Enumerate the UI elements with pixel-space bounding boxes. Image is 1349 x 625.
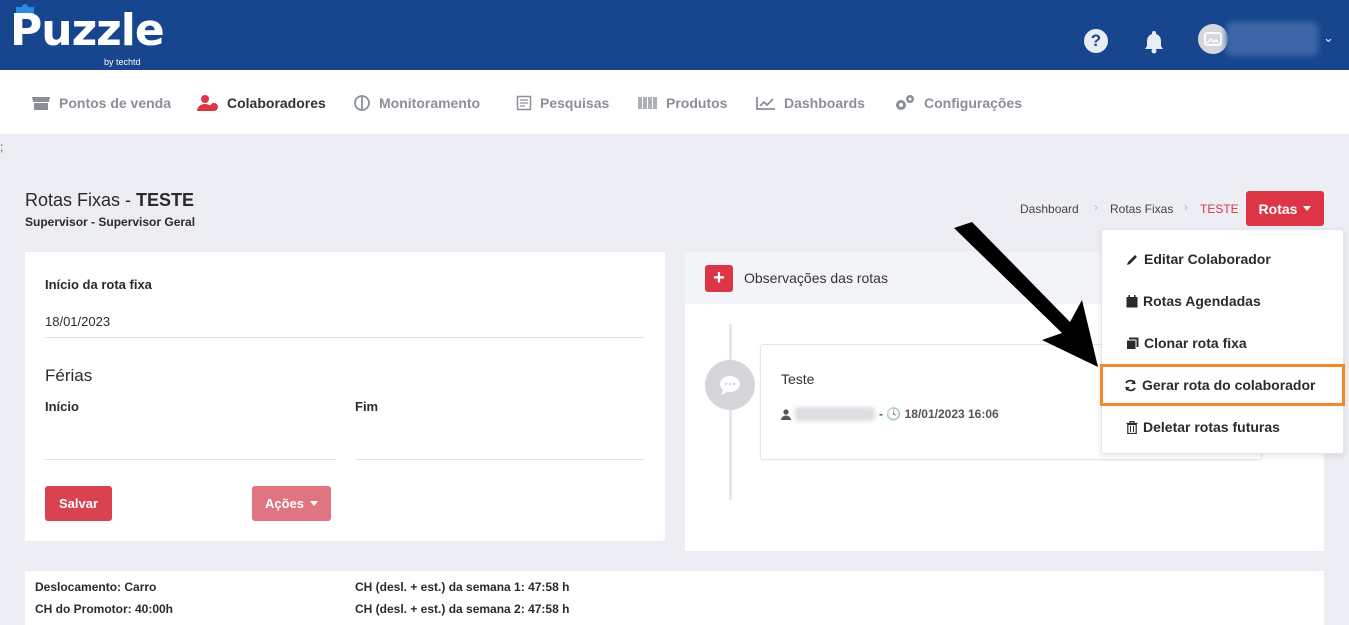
rotas-dropdown-button[interactable]: Rotas [1246,191,1324,226]
chart-line-icon [756,97,775,110]
nav-item-produtos[interactable]: Produtos [638,94,727,112]
image-placeholder-icon [1204,32,1222,46]
timeline-line [729,324,732,500]
input-underline [45,337,645,338]
page-subtitle: Supervisor - Supervisor Geral [25,215,196,229]
globe-icon [354,95,370,111]
ferias-heading: Férias [45,366,93,385]
menu-item-label: Deletar rotas futuras [1143,419,1280,435]
logo-subtitle: by techtd [104,57,141,67]
comment-author-blurred [795,407,875,421]
ch-promotor-info: CH do Promotor: 40:00h [35,602,174,616]
ferias-fim-label: Fim [355,399,379,414]
stray-text: ; [0,140,4,154]
route-form-card: Início da rota fixa 18/01/2023 Férias In… [25,252,665,541]
users-icon [197,95,218,111]
menu-item-rotas-agendadas[interactable]: Rotas Agendadas [1102,280,1345,322]
user-name-blurred[interactable] [1226,22,1318,56]
ferias-inicio-input[interactable] [45,459,336,460]
menu-item-gerar-rota[interactable]: Gerar rota do colaborador [1100,364,1345,406]
nav-item-colaboradores[interactable]: Colaboradores [197,94,326,112]
comment-meta: - 🕓 18/01/2023 16:06 [781,407,999,421]
nav-item-configuracoes[interactable]: Configurações [894,94,1022,112]
breadcrumb-dashboard[interactable]: Dashboard [1020,202,1079,216]
inicio-rota-input[interactable]: 18/01/2023 [45,314,110,329]
page-title-name: TESTE [136,190,195,210]
trash-icon [1126,420,1138,434]
help-icon[interactable]: ? [1084,29,1108,53]
comment-text: Teste [781,371,815,387]
rotas-button-label: Rotas [1258,200,1298,217]
page-title: Rotas Fixas - TESTE [25,190,194,211]
nav-item-monitoramento[interactable]: Monitoramento [353,94,480,112]
breadcrumb-separator: › [1184,200,1188,214]
nav-item-label: Configurações [924,95,1023,111]
chevron-down-icon[interactable]: ⌄ [1323,30,1334,46]
deslocamento-info: Deslocamento: Carro [35,580,157,594]
route-info-card: Deslocamento: Carro CH do Promotor: 40:0… [25,571,1324,625]
rotas-dropdown-menu: Editar Colaborador Rotas Agendadas Clona… [1100,229,1345,454]
ch-semana-1-info: CH (desl. + est.) da semana 1: 47:58 h [355,580,570,594]
caret-down-icon [310,501,319,506]
nav-item-pontos-de-venda[interactable]: Pontos de venda [31,94,171,112]
actions-button-label: Ações [264,496,305,511]
menu-item-deletar-rotas[interactable]: Deletar rotas futuras [1102,406,1345,448]
annotation-arrow-icon [954,222,1098,367]
nav-item-label: Dashboards [784,95,865,111]
inicio-rota-label: Início da rota fixa [45,277,152,292]
menu-item-label: Clonar rota fixa [1144,335,1247,351]
menu-item-label: Editar Colaborador [1144,251,1271,267]
comment-datetime: - 🕓 18/01/2023 16:06 [879,407,999,421]
ferias-inicio-label: Início [45,399,79,414]
refresh-icon [1125,379,1136,391]
bell-icon[interactable] [1141,28,1167,54]
barcode-icon [638,97,657,109]
save-button[interactable]: Salvar [45,486,112,521]
top-bar: Puzzle by techtd ? ⌄ [0,0,1349,70]
actions-dropdown-button[interactable]: Ações [252,486,331,521]
add-observation-button[interactable]: + [705,265,733,292]
ch-semana-2-info: CH (desl. + est.) da semana 2: 47:58 h [355,602,570,616]
chat-bubble-icon [705,360,755,410]
observations-title: Observações das rotas [744,270,888,286]
nav-item-label: Pontos de venda [59,95,172,111]
nav-item-label: Monitoramento [379,95,481,111]
main-nav: Pontos de venda Colaboradores Monitorame… [0,70,1349,134]
gears-icon [896,95,914,110]
caret-down-icon [1303,206,1312,211]
page-title-prefix: Rotas Fixas - [25,190,137,210]
breadcrumb-rotas-fixas[interactable]: Rotas Fixas [1110,202,1173,216]
nav-item-label: Colaboradores [227,95,326,111]
menu-item-label: Gerar rota do colaborador [1142,377,1316,393]
breadcrumb-separator: › [1094,200,1098,214]
menu-item-clonar-rota[interactable]: Clonar rota fixa [1102,322,1345,364]
store-icon [32,97,50,110]
nav-item-pesquisas[interactable]: Pesquisas [516,94,609,112]
nav-item-label: Pesquisas [540,95,610,111]
menu-item-label: Rotas Agendadas [1143,293,1261,309]
breadcrumb-current: TESTE [1200,202,1239,216]
user-avatar[interactable] [1198,24,1228,54]
logo[interactable]: Puzzle [10,6,165,56]
nav-item-label: Produtos [666,95,728,111]
user-icon [781,408,791,420]
form-icon [516,95,532,111]
nav-item-dashboards[interactable]: Dashboards [756,94,865,112]
comment-icon [720,376,740,395]
ferias-fim-input[interactable] [355,459,645,460]
menu-item-editar-colaborador[interactable]: Editar Colaborador [1102,238,1345,280]
